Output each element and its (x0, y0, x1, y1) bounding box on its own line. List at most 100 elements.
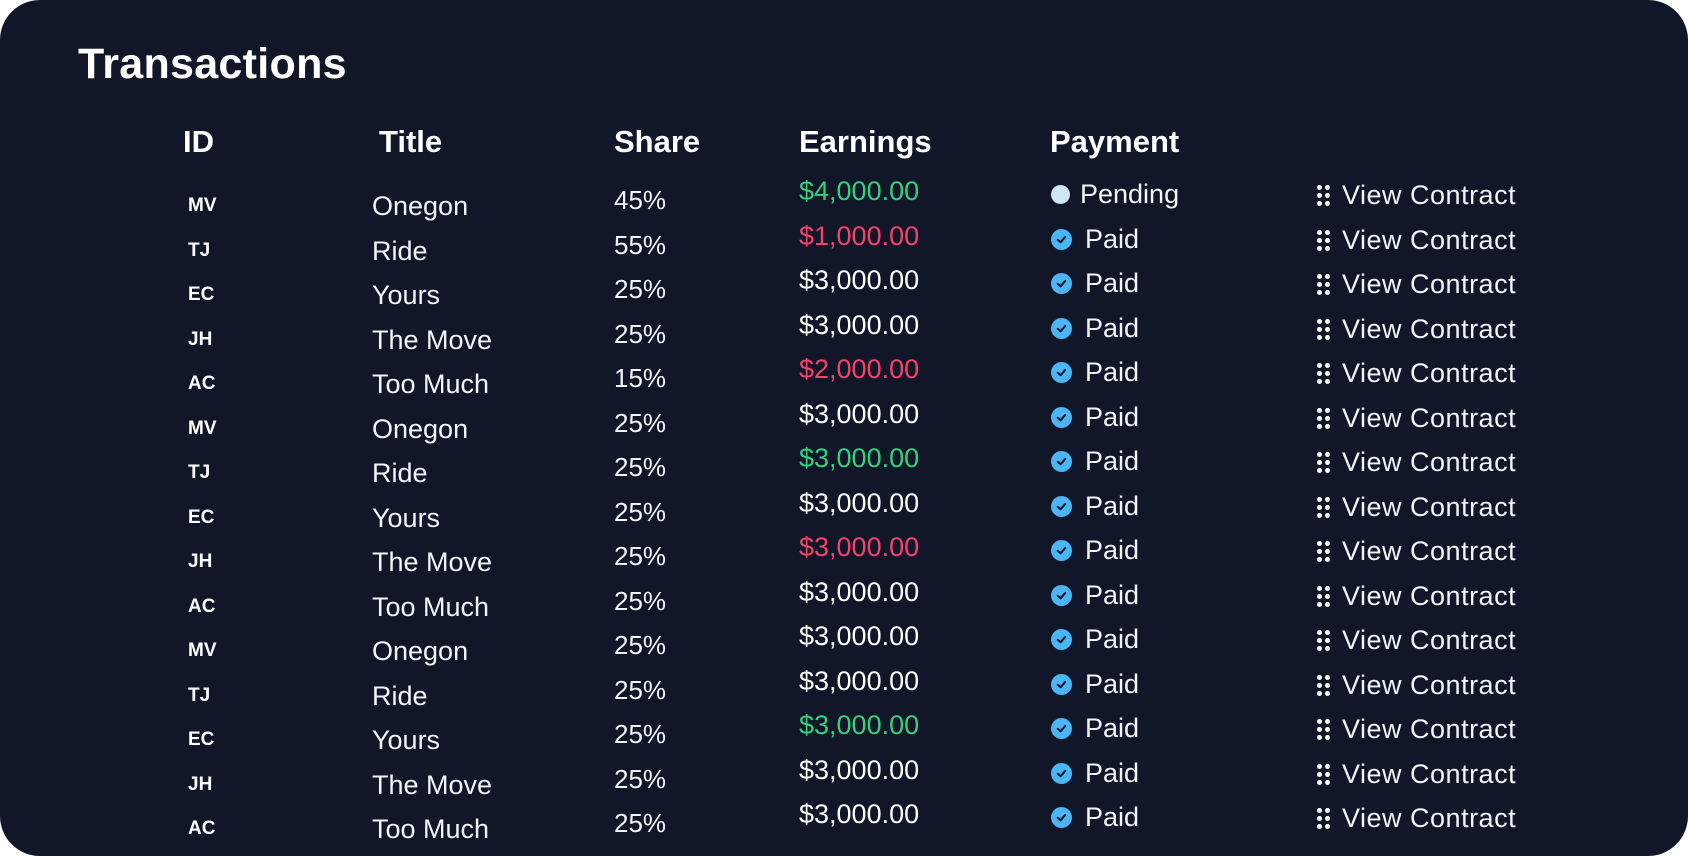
row-earnings: $3,000.00 (799, 532, 920, 562)
view-contract-label: View Contract (1342, 358, 1517, 388)
view-contract-label: View Contract (1342, 714, 1517, 744)
payment-status-label: Paid (1085, 268, 1140, 298)
column-header-share: Share (614, 124, 701, 159)
grip-dots-icon (1317, 363, 1330, 384)
check-circle-icon (1051, 718, 1072, 739)
grip-dots-icon (1317, 274, 1330, 295)
row-share: 25% (614, 763, 667, 794)
payment-status-label: Paid (1085, 357, 1140, 387)
row-title: Yours (372, 725, 441, 755)
payment-status-label: Paid (1085, 579, 1140, 610)
row-earnings: $3,000.00 (799, 754, 920, 785)
row-earnings: $4,000.00 (799, 176, 920, 206)
view-contract-button[interactable]: View Contract (1317, 625, 1516, 656)
grip-dots-icon (1317, 808, 1330, 829)
row-payment-status: Paid (1051, 713, 1139, 744)
row-payment-status: Paid (1051, 758, 1139, 789)
view-contract-button[interactable]: View Contract (1317, 403, 1516, 434)
view-contract-label: View Contract (1342, 313, 1517, 344)
row-earnings: $3,000.00 (799, 621, 920, 651)
row-id: AC (188, 595, 216, 617)
row-title: Ride (372, 680, 428, 711)
row-payment-status: Paid (1051, 802, 1139, 833)
row-share: 25% (614, 630, 667, 660)
payment-status-label: Paid (1085, 223, 1140, 254)
row-share: 25% (614, 407, 667, 438)
check-circle-icon (1051, 317, 1072, 339)
row-earnings: $3,000.00 (799, 487, 920, 518)
row-earnings: $3,000.00 (799, 265, 920, 295)
grip-dots-icon (1317, 585, 1330, 607)
check-circle-icon (1051, 540, 1072, 561)
check-circle-icon (1051, 228, 1072, 250)
view-contract-button[interactable]: View Contract (1317, 536, 1516, 567)
row-title: Too Much (372, 814, 490, 844)
row-earnings: $1,000.00 (799, 220, 920, 251)
row-payment-status: Paid (1051, 268, 1139, 299)
pending-dot-icon (1051, 185, 1070, 204)
row-payment-status: Paid (1051, 624, 1139, 655)
view-contract-button[interactable]: View Contract (1317, 581, 1516, 612)
view-contract-button[interactable]: View Contract (1317, 269, 1516, 300)
row-share: 25% (614, 452, 667, 482)
grip-dots-icon (1317, 496, 1330, 518)
row-payment-status: Paid (1051, 535, 1139, 566)
grip-dots-icon (1317, 185, 1330, 206)
row-id: TJ (188, 239, 211, 261)
view-contract-button[interactable]: View Contract (1317, 670, 1516, 701)
check-circle-icon (1051, 273, 1072, 294)
view-contract-button[interactable]: View Contract (1317, 714, 1516, 745)
row-title: Onegon (372, 636, 469, 666)
view-contract-button[interactable]: View Contract (1317, 803, 1516, 834)
row-payment-status: Paid (1051, 224, 1139, 255)
check-circle-icon (1051, 762, 1072, 784)
grip-dots-icon (1317, 630, 1330, 651)
row-share: 25% (614, 541, 667, 571)
row-title: Too Much (372, 591, 490, 622)
row-earnings: $3,000.00 (799, 665, 920, 696)
payment-status-label: Pending (1080, 179, 1180, 209)
payment-status-label: Paid (1085, 713, 1140, 743)
row-share: 25% (614, 274, 667, 304)
row-payment-status: Paid (1051, 491, 1139, 522)
grip-dots-icon (1317, 229, 1330, 251)
row-id: MV (188, 640, 217, 661)
grip-dots-icon (1317, 452, 1330, 473)
view-contract-button[interactable]: View Contract (1317, 314, 1516, 345)
row-payment-status: Paid (1051, 446, 1139, 477)
row-id: EC (188, 506, 215, 528)
grip-dots-icon (1317, 763, 1330, 785)
payment-status-label: Paid (1085, 490, 1140, 521)
view-contract-button[interactable]: View Contract (1317, 447, 1516, 478)
payment-status-label: Paid (1085, 535, 1140, 565)
column-header-payment: Payment (1050, 124, 1180, 159)
view-contract-label: View Contract (1342, 669, 1517, 700)
row-id: EC (188, 729, 215, 750)
view-contract-button[interactable]: View Contract (1317, 180, 1516, 211)
grip-dots-icon (1317, 407, 1330, 429)
check-circle-icon (1051, 629, 1072, 650)
check-circle-icon (1051, 584, 1072, 606)
row-earnings: $2,000.00 (799, 354, 920, 384)
check-circle-icon (1051, 451, 1072, 472)
row-earnings: $3,000.00 (799, 799, 920, 829)
payment-status-label: Paid (1085, 757, 1140, 788)
row-earnings: $3,000.00 (799, 576, 920, 607)
view-contract-label: View Contract (1342, 269, 1517, 299)
row-id: AC (188, 818, 216, 839)
column-header-title: Title (379, 124, 443, 159)
row-title: Ride (372, 458, 428, 488)
row-id: AC (188, 373, 216, 394)
row-title: Onegon (372, 191, 469, 221)
view-contract-button[interactable]: View Contract (1317, 492, 1516, 523)
view-contract-label: View Contract (1342, 536, 1517, 566)
view-contract-button[interactable]: View Contract (1317, 759, 1516, 790)
table-row: AC Too Much 25% $3,000.00 Paid View Contract (0, 799, 1688, 853)
row-payment-status: Paid (1051, 402, 1139, 433)
row-id: MV (188, 195, 217, 216)
row-earnings: $3,000.00 (799, 309, 920, 340)
view-contract-button[interactable]: View Contract (1317, 225, 1516, 256)
column-header-id: ID (183, 124, 214, 159)
view-contract-button[interactable]: View Contract (1317, 358, 1516, 389)
payment-status-label: Paid (1085, 312, 1140, 343)
